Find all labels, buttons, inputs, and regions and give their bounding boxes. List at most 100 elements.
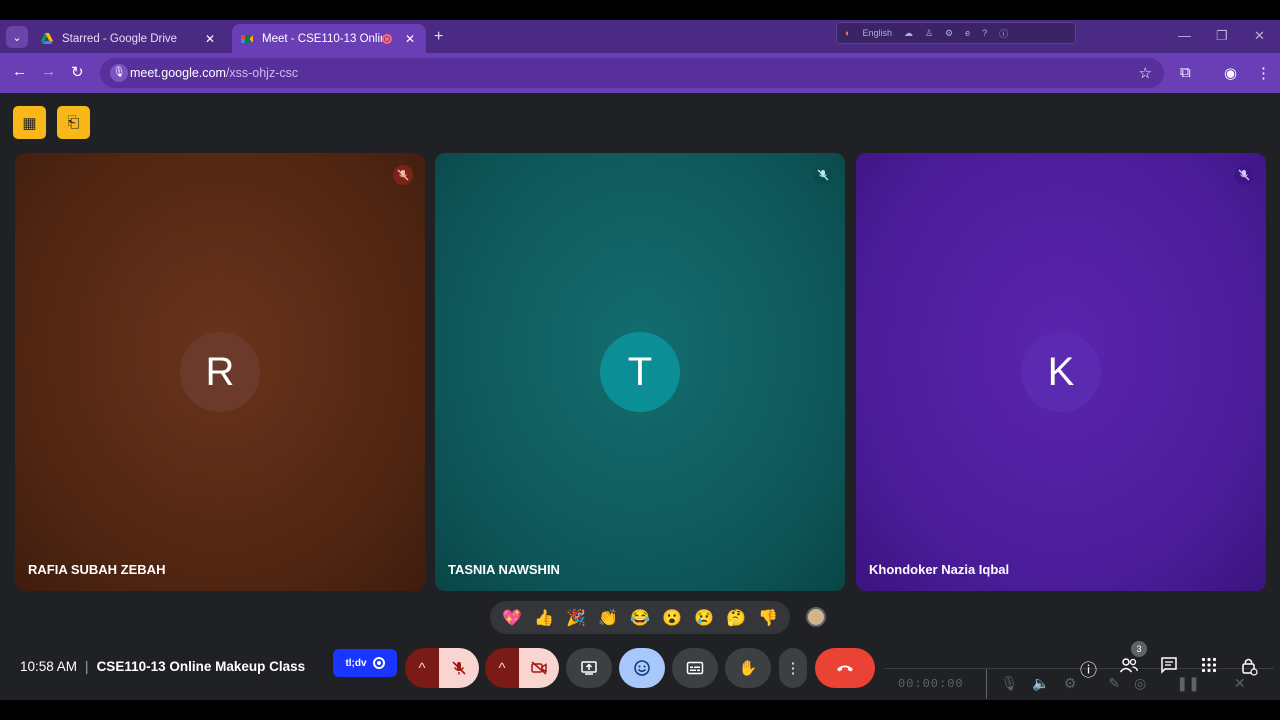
divider (985, 668, 987, 699)
mic-off-icon (452, 661, 466, 675)
reaction-clapping[interactable]: 👏 (598, 608, 618, 628)
microphone-icon[interactable]: 🎙 (110, 64, 128, 82)
speaker-icon[interactable]: 🔈 (1032, 675, 1049, 692)
participant-count-badge: 3 (1131, 641, 1147, 657)
tab-google-drive[interactable]: Starred - Google Drive ✕ (32, 24, 226, 53)
gear-icon[interactable]: ⚙ (945, 28, 953, 39)
avatar: K (1021, 332, 1101, 412)
bookmark-star-icon[interactable]: ☆ (1139, 64, 1152, 82)
recording-icon (382, 33, 392, 44)
help-icon[interactable]: ? (982, 28, 987, 38)
reaction-crying[interactable]: 😢 (694, 608, 714, 628)
edge-icon[interactable]: e (965, 28, 970, 38)
reload-icon[interactable]: ↻ (71, 63, 84, 81)
chevron-up-icon: ^ (418, 659, 426, 677)
language-label[interactable]: English (862, 28, 892, 38)
record-icon (372, 657, 385, 669)
raise-hand-button[interactable]: ✋ (725, 648, 771, 688)
muted-mic-icon (1234, 165, 1254, 185)
participant-name: RAFIA SUBAH ZEBAH (28, 562, 166, 577)
muted-mic-icon (393, 165, 413, 185)
current-time: 10:58 AM (20, 659, 78, 674)
participant-tile[interactable]: T TASNIA NAWSHIN (435, 153, 845, 591)
microphone-toggle-button[interactable] (439, 648, 479, 688)
meet-stage: ▦ ⎗ R RAFIA SUBAH ZEBAH T TASNIA NAWSHIN… (0, 93, 1280, 700)
address-bar[interactable]: 🎙 meet.google.com/xss-ohjz-csc ☆ (100, 58, 1164, 88)
kebab-menu-icon: ⋮ (785, 660, 801, 677)
meeting-details-info-icon[interactable]: ⓘ (1080, 656, 1097, 681)
muted-mic-icon (813, 165, 833, 185)
hang-up-phone-icon (837, 665, 853, 672)
present-screen-icon (581, 661, 597, 675)
extensions-puzzle-icon[interactable]: ⧉ (1180, 64, 1191, 81)
audio-options-button[interactable]: ^ (405, 648, 439, 688)
close-icon[interactable]: ✕ (202, 32, 218, 46)
host-controls-lock-icon[interactable] (1240, 656, 1258, 681)
new-tab-button[interactable]: + (434, 28, 443, 46)
send-reaction-button[interactable] (619, 648, 665, 688)
cloud-icon[interactable]: ☁ (904, 28, 913, 39)
reaction-thumbs-down[interactable]: 👎 (758, 608, 778, 628)
kebab-menu-icon[interactable]: ⋮ (1256, 64, 1271, 82)
participant-tile[interactable]: R RAFIA SUBAH ZEBAH (15, 153, 425, 591)
reaction-thinking[interactable]: 🤔 (726, 608, 746, 628)
extension-overlay-bar: ◐ English ☁ ♙ ⚙ e ? ⓘ (836, 22, 1076, 44)
extension-logo-icon[interactable]: ◐ (845, 28, 850, 38)
url-host: meet.google.com (130, 66, 226, 80)
microphone-icon[interactable]: 🎙 (1001, 675, 1019, 692)
tldv-label: tl;dv (345, 657, 367, 669)
camera-toggle-button[interactable] (519, 648, 559, 688)
avatar: R (180, 332, 260, 412)
reaction-sparkling-heart[interactable]: 💖 (502, 608, 522, 628)
tab-search-button[interactable]: ⌄ (6, 26, 28, 48)
camera-off-icon (531, 661, 547, 675)
info-icon[interactable]: ⓘ (999, 27, 1008, 40)
url-path: /xss-ohjz-csc (225, 66, 299, 80)
hand-icon: ✋ (738, 660, 758, 677)
reaction-thumbs-up[interactable]: 👍 (534, 608, 554, 628)
skin-tone-picker[interactable] (806, 607, 826, 627)
pause-icon[interactable]: ❚❚ (1176, 675, 1199, 692)
window-close-icon[interactable]: ✕ (1254, 28, 1265, 44)
browser-tab-strip: ⌄ Starred - Google Drive ✕ Meet - CSE110… (0, 20, 1280, 53)
person-icon[interactable]: ♙ (925, 28, 933, 39)
activities-grid-icon[interactable] (1200, 656, 1218, 679)
back-arrow-icon[interactable]: ← (12, 63, 27, 80)
exit-door-icon[interactable]: ⎗ (57, 106, 90, 139)
reaction-surprised[interactable]: 😮 (662, 608, 682, 628)
reactions-bar: 💖 👍 🎉 👏 😂 😮 😢 🤔 👎 (490, 601, 790, 634)
participant-name: TASNIA NAWSHIN (448, 562, 560, 577)
participant-tile[interactable]: K Khondoker Nazia Iqbal (856, 153, 1266, 591)
people-icon[interactable] (1119, 656, 1139, 679)
google-meet-icon (241, 34, 253, 43)
hide-video-tile-icon[interactable]: ▦ (13, 106, 46, 139)
profile-icon[interactable]: ◉ (1224, 64, 1237, 82)
close-icon[interactable]: ✕ (402, 32, 418, 46)
meeting-name: CSE110-13 Online Makeup Class (96, 659, 306, 674)
bottom-letterbox (0, 700, 1280, 720)
gear-icon[interactable]: ⚙ (1064, 675, 1077, 692)
present-screen-button[interactable] (566, 648, 612, 688)
restore-icon[interactable]: ❐ (1216, 28, 1228, 44)
chevron-up-icon: ^ (498, 659, 506, 677)
url-text[interactable]: meet.google.com/xss-ohjz-csc (130, 66, 298, 80)
leave-call-button[interactable] (815, 648, 875, 688)
separator: | (85, 659, 89, 674)
forward-arrow-icon[interactable]: → (41, 63, 56, 80)
closed-captions-icon (686, 661, 704, 675)
video-options-button[interactable]: ^ (485, 648, 519, 688)
participant-name: Khondoker Nazia Iqbal (869, 562, 1010, 577)
more-options-button[interactable]: ⋮ (779, 648, 807, 688)
tab-google-meet[interactable]: Meet - CSE110-13 Online M ✕ (232, 24, 426, 53)
reaction-laughing[interactable]: 😂 (630, 608, 650, 628)
minimize-icon[interactable]: — (1178, 28, 1191, 43)
google-drive-icon (41, 32, 53, 44)
chat-icon[interactable] (1160, 656, 1178, 679)
top-letterbox (0, 0, 1280, 20)
meeting-info: 10:58 AM | CSE110-13 Online Makeup Class (20, 659, 305, 674)
avatar: T (600, 332, 680, 412)
tldv-recorder-button[interactable]: tl;dv (333, 649, 397, 677)
reaction-party-popper[interactable]: 🎉 (566, 608, 586, 628)
tab-title: Starred - Google Drive (62, 32, 178, 45)
captions-button[interactable] (672, 648, 718, 688)
